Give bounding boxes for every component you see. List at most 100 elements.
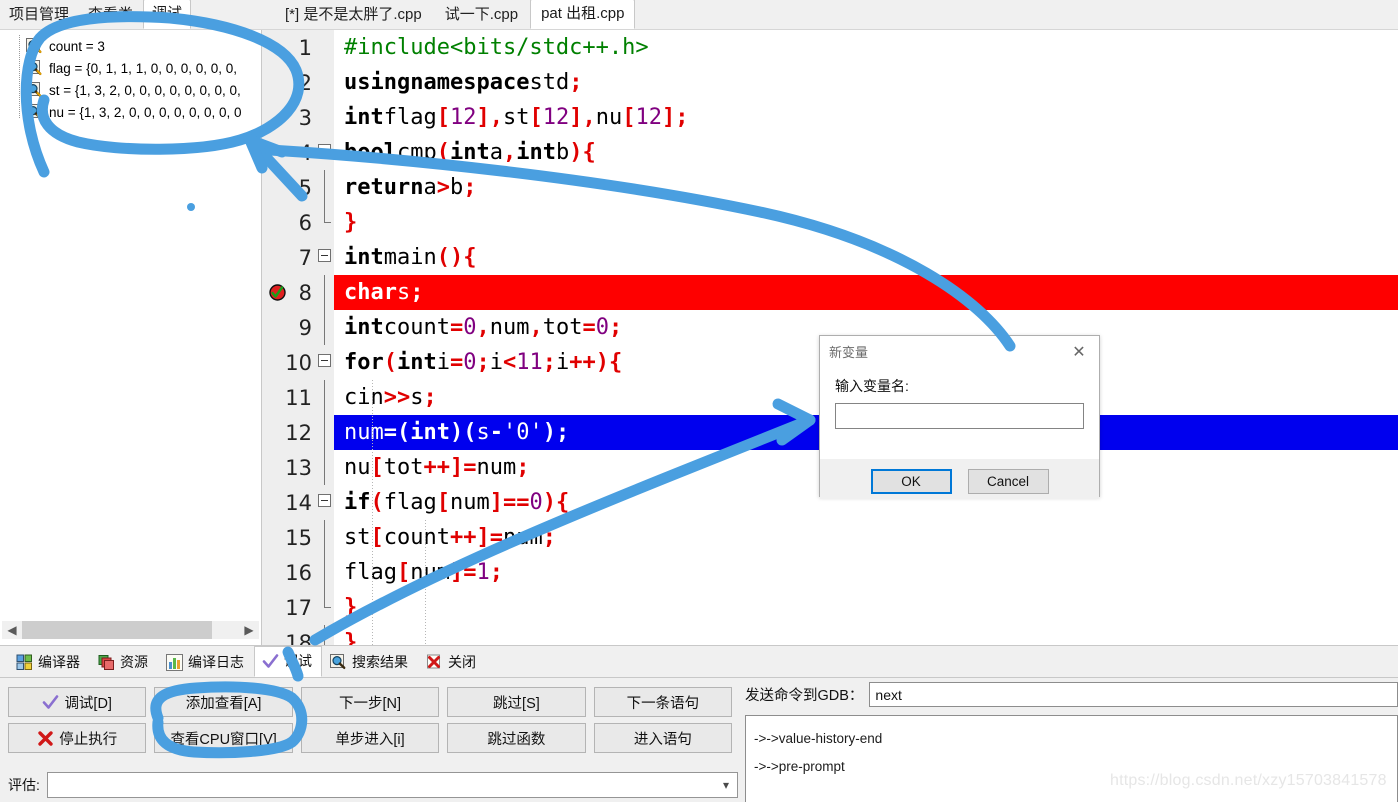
editor-tab-3[interactable]: pat 出租.cpp <box>530 0 636 29</box>
dialog-title: 新变量 <box>829 344 869 360</box>
debug-button-调试d[interactable]: 调试[D] <box>8 687 147 717</box>
watch-item-label: nu = {1, 3, 2, 0, 0, 0, 0, 0, 0, 0, 0 <box>49 104 242 120</box>
debug-button-下一步n[interactable]: 下一步[N] <box>300 687 440 717</box>
code-line[interactable]: 7 int main() { <box>262 240 1398 275</box>
code-text: st[count ++]= num; <box>344 525 556 550</box>
debug-button-label: 下一条语句 <box>626 695 700 712</box>
code-text: } <box>344 210 358 235</box>
debug-button-row-2: 停止执行 查看CPU窗口[V] 单步进入[i] 跳过函数 进入语句 <box>8 723 733 753</box>
scroll-left-arrow-icon[interactable]: ◀ <box>2 621 22 639</box>
code-line[interactable]: 5 return a > b; <box>262 170 1398 205</box>
left-tab-2[interactable]: 查看类 <box>79 0 142 29</box>
code-text: flag[num]= 1; <box>344 560 503 585</box>
watch-item[interactable]: st = {1, 3, 2, 0, 0, 0, 0, 0, 0, 0, 0, <box>0 79 261 101</box>
magnifier-icon <box>330 653 347 671</box>
scrollbar-gap[interactable] <box>212 621 239 639</box>
bottom-tab-label: 编译日志 <box>188 654 244 670</box>
line-number: 12 <box>262 415 316 450</box>
debug-button-查看cpu窗口v[interactable]: 查看CPU窗口[V] <box>154 723 293 753</box>
breakpoint-icon[interactable] <box>268 283 287 302</box>
variable-name-input[interactable] <box>835 403 1084 429</box>
scrollbar-track[interactable]: ◀ ▶ <box>2 621 259 639</box>
fold-marker[interactable] <box>316 485 334 520</box>
watch-panel-horizontal-scrollbar[interactable]: ◀ ▶ <box>0 618 262 642</box>
line-number: 5 <box>262 170 316 205</box>
code-line[interactable]: 4 bool cmp(int a, int b) { <box>262 135 1398 170</box>
check-icon <box>42 694 59 711</box>
new-variable-dialog[interactable]: 新变量 ✕ 输入变量名: OK Cancel <box>819 335 1100 499</box>
line-number: 3 <box>262 100 316 135</box>
code-line[interactable]: 3 int flag[12], st[12], nu[12]; <box>262 100 1398 135</box>
code-text: using namespace std; <box>344 70 583 95</box>
check-icon <box>262 653 279 670</box>
scrollbar-thumb[interactable] <box>22 621 212 639</box>
ok-button[interactable]: OK <box>870 469 952 494</box>
debug-button-label: 下一步[N] <box>339 695 402 712</box>
bottom-tab-6[interactable]: 关闭 <box>418 647 486 677</box>
code-line[interactable]: 16 flag[num]= 1; <box>262 555 1398 590</box>
line-number: 16 <box>262 555 316 590</box>
debug-button-跳过函数[interactable]: 跳过函数 <box>447 723 586 753</box>
code-text: return a > b; <box>344 175 477 200</box>
line-number: 4 <box>262 135 316 170</box>
debug-button-label: 添加查看[A] <box>185 695 262 712</box>
fold-marker[interactable] <box>316 240 334 275</box>
bottom-tab-label: 资源 <box>120 654 148 670</box>
watch-item[interactable]: nu = {1, 3, 2, 0, 0, 0, 0, 0, 0, 0, 0 <box>0 101 261 123</box>
bottom-tab-4[interactable]: 调试 <box>254 646 322 677</box>
bottom-tab-5[interactable]: 搜索结果 <box>322 647 418 677</box>
scroll-right-arrow-icon[interactable]: ▶ <box>239 621 259 639</box>
bottom-tab-3[interactable]: 编译日志 <box>158 647 254 677</box>
debug-button-label: 调试[D] <box>64 695 112 712</box>
grid-squares-icon <box>16 654 33 671</box>
evaluate-combobox[interactable]: ▾ <box>46 772 738 798</box>
watch-variable-list: count = 3 flag = {0, 1, 1, 1, 0, 0, 0, 0,… <box>0 35 261 123</box>
dev-cpp-debug-window: 项目管理 查看类 调试 [*] 是不是太胖了.cpp 试一下.cpp pat 出租.cp… <box>0 0 1398 802</box>
watermark-text: https://blog.csdn.net/xzy15703841578 <box>1110 772 1387 789</box>
debug-button-进入语句[interactable]: 进入语句 <box>593 723 733 753</box>
debug-button-row-1: 调试[D] 添加查看[A] 下一步[N] 跳过[S] 下一条语句 <box>8 687 733 717</box>
fold-marker <box>316 65 334 100</box>
dialog-titlebar: 新变量 ✕ <box>820 336 1099 366</box>
debug-button-添加查看a[interactable]: 添加查看[A] <box>154 687 293 717</box>
gdb-output-line: ->->value-history-end <box>754 731 883 746</box>
debug-button-label: 停止执行 <box>59 731 118 748</box>
debug-watch-panel[interactable]: count = 3 flag = {0, 1, 1, 1, 0, 0, 0, 0,… <box>0 30 262 645</box>
left-tab-3[interactable]: 调试 <box>143 0 192 29</box>
watch-item[interactable]: count = 3 <box>0 35 261 57</box>
fold-marker <box>316 625 334 645</box>
code-text: int flag[12], st[12], nu[12]; <box>344 105 689 130</box>
editor-tab-2[interactable]: 试一下.cpp <box>434 0 529 29</box>
code-line[interactable]: 1 #include<bits/stdc++.h> <box>262 30 1398 65</box>
code-line[interactable]: 8 char s; <box>262 275 1398 310</box>
code-line[interactable]: 17 } <box>262 590 1398 625</box>
debug-button-label: 跳过[S] <box>493 695 540 712</box>
gdb-command-input[interactable]: next <box>869 682 1398 707</box>
code-line[interactable]: 6} <box>262 205 1398 240</box>
debug-button-单步进入i[interactable]: 单步进入[i] <box>300 723 440 753</box>
fold-marker <box>316 30 334 65</box>
bottom-tab-1[interactable]: 编译器 <box>8 647 90 677</box>
code-line[interactable]: 18 } <box>262 625 1398 645</box>
code-line[interactable]: 2 using namespace std; <box>262 65 1398 100</box>
watch-item-label: count = 3 <box>49 38 105 54</box>
debug-button-下一条语句[interactable]: 下一条语句 <box>593 687 733 717</box>
close-icon[interactable]: ✕ <box>1059 337 1099 366</box>
dialog-prompt-label: 输入变量名: <box>835 378 909 394</box>
watch-magnifier-icon <box>26 37 43 55</box>
fold-marker[interactable] <box>316 135 334 170</box>
cancel-button[interactable]: Cancel <box>967 469 1049 494</box>
debug-button-跳过s[interactable]: 跳过[S] <box>447 687 586 717</box>
line-number: 14 <box>262 485 316 520</box>
editor-tab-1[interactable]: [*] 是不是太胖了.cpp <box>274 0 433 29</box>
fold-marker[interactable] <box>316 345 334 380</box>
bottom-tab-2[interactable]: 资源 <box>90 647 158 677</box>
watch-item[interactable]: flag = {0, 1, 1, 1, 0, 0, 0, 0, 0, 0, <box>0 57 261 79</box>
fold-marker <box>316 555 334 590</box>
code-line[interactable]: 15 st[count ++]= num; <box>262 520 1398 555</box>
debug-button-停止执行[interactable]: 停止执行 <box>8 723 147 753</box>
chevron-down-icon[interactable]: ▾ <box>723 778 729 792</box>
bottom-tab-label: 搜索结果 <box>352 654 408 670</box>
bar-chart-icon <box>166 653 183 671</box>
left-tab-1[interactable]: 项目管理 <box>0 0 78 29</box>
